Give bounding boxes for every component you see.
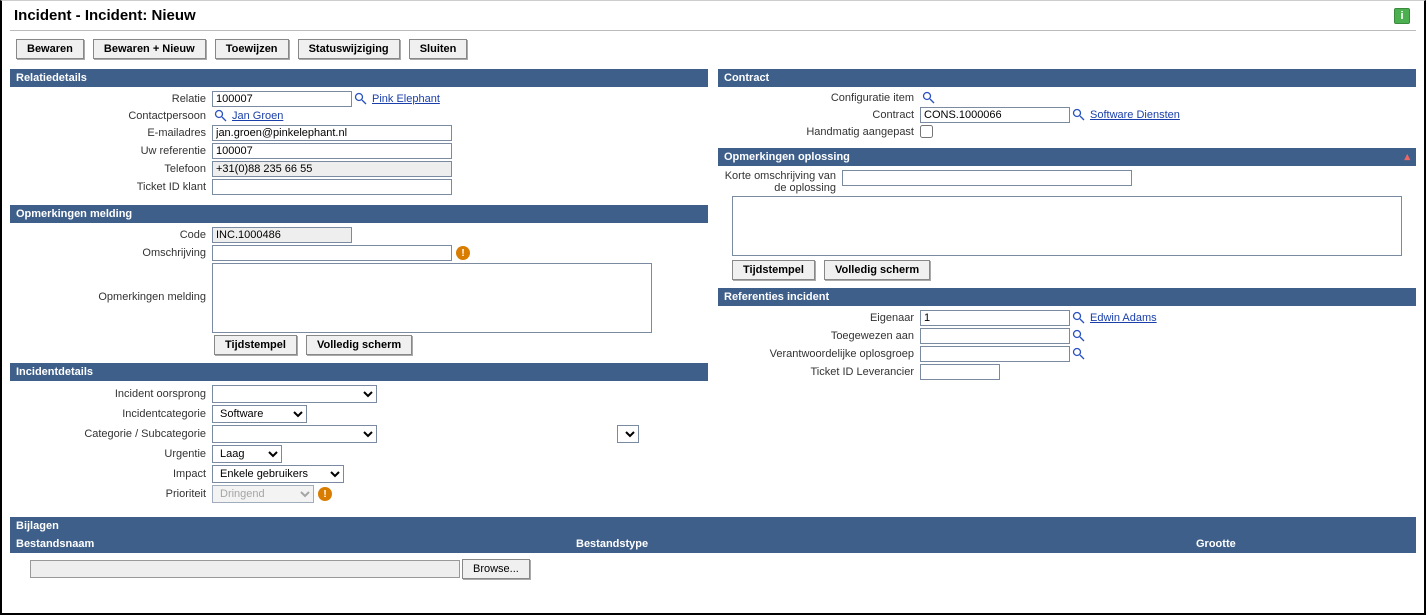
categorie-select[interactable] [212,425,377,443]
omschrijving-label: Omschrijving [14,247,212,259]
uwreferentie-label: Uw referentie [14,145,212,157]
handmatig-label: Handmatig aangepast [722,126,920,138]
urgentie-select[interactable]: Laag [212,445,282,463]
toegewezen-aan-input[interactable] [920,328,1070,344]
relatie-input[interactable] [212,91,352,107]
contract-input[interactable] [920,107,1070,123]
eigenaar-link[interactable]: Edwin Adams [1090,312,1157,324]
opmerkingen-oplossing-header: Opmerkingen oplossing ▴ [718,148,1416,166]
telefoon-input [212,161,452,177]
configuratie-item-label: Configuratie item [722,92,920,104]
oplossing-textarea[interactable] [732,196,1402,256]
volledig-scherm-button[interactable]: Volledig scherm [824,260,930,280]
prioriteit-label: Prioriteit [14,488,212,500]
urgentie-label: Urgentie [14,448,212,460]
warning-icon: ! [456,246,470,260]
toolbar: Bewaren Bewaren + Nieuw Toewijzen Status… [10,37,1416,61]
incident-oorsprong-label: Incident oorsprong [14,388,212,400]
lookup-icon[interactable] [1072,347,1086,361]
bijlagen-col-grootte: Grootte [1190,535,1416,553]
sluiten-button[interactable]: Sluiten [409,39,468,59]
impact-label: Impact [14,468,212,480]
subcategorie-select[interactable] [617,425,639,443]
relatie-label: Relatie [14,93,212,105]
eigenaar-input[interactable] [920,310,1070,326]
korte-omschrijving-input[interactable] [842,170,1132,186]
opmerkingen-oplossing-title: Opmerkingen oplossing [724,151,850,163]
lookup-icon[interactable] [354,92,368,106]
bijlagen-columns: Bestandsnaam Bestandstype Grootte [10,535,1416,553]
tijdstempel-button[interactable]: Tijdstempel [732,260,815,280]
divider [10,30,1416,31]
categorie-subcategorie-label: Categorie / Subcategorie [14,428,212,440]
opmerkingen-melding-header: Opmerkingen melding [10,205,708,223]
ticketid-klant-input[interactable] [212,179,452,195]
ticketid-leverancier-input[interactable] [920,364,1000,380]
eigenaar-label: Eigenaar [722,312,920,324]
incident-oorsprong-select[interactable] [212,385,377,403]
email-label: E-mailadres [14,127,212,139]
opmerkingen-melding-label: Opmerkingen melding [14,263,212,303]
contactpersoon-link[interactable]: Jan Groen [232,110,283,122]
incidentdetails-header: Incidentdetails [10,363,708,381]
collapse-icon[interactable]: ▴ [1404,150,1410,163]
verantwoordelijke-oplosgroep-label: Verantwoordelijke oplosgroep [722,348,920,360]
impact-select[interactable]: Enkele gebruikers [212,465,344,483]
bijlagen-col-bestandsnaam: Bestandsnaam [10,535,570,553]
email-input[interactable] [212,125,452,141]
korte-omschrijving-label: Korte omschrijving vande oplossing [722,170,842,194]
warning-icon: ! [318,487,332,501]
lookup-icon[interactable] [1072,311,1086,325]
contract-link[interactable]: Software Diensten [1090,109,1180,121]
ticketid-leverancier-label: Ticket ID Leverancier [722,366,920,378]
contactpersoon-label: Contactpersoon [14,110,212,122]
tijdstempel-button[interactable]: Tijdstempel [214,335,297,355]
omschrijving-input[interactable] [212,245,452,261]
toegewezen-aan-label: Toegewezen aan [722,330,920,342]
statuswijziging-button[interactable]: Statuswijziging [298,39,400,59]
file-path-display [30,560,460,578]
relatiedetails-header: Relatiedetails [10,69,708,87]
lookup-icon[interactable] [922,91,936,105]
incidentcategorie-label: Incidentcategorie [14,408,212,420]
volledig-scherm-button[interactable]: Volledig scherm [306,335,412,355]
page-title: Incident - Incident: Nieuw [10,5,200,26]
verantwoordelijke-oplosgroep-input[interactable] [920,346,1070,362]
contract-label: Contract [722,109,920,121]
prioriteit-select: Dringend [212,485,314,503]
handmatig-checkbox[interactable] [920,125,933,138]
bijlagen-col-bestandstype: Bestandstype [570,535,1190,553]
browse-button[interactable]: Browse... [462,559,530,579]
telefoon-label: Telefoon [14,163,212,175]
lookup-icon[interactable] [214,109,228,123]
toewijzen-button[interactable]: Toewijzen [215,39,289,59]
ticketid-klant-label: Ticket ID klant [14,181,212,193]
opmerkingen-melding-textarea[interactable] [212,263,652,333]
referenties-header: Referenties incident [718,288,1416,306]
bewaren-button[interactable]: Bewaren [16,39,84,59]
lookup-icon[interactable] [1072,108,1086,122]
uwreferentie-input[interactable] [212,143,452,159]
contract-header: Contract [718,69,1416,87]
bijlagen-header: Bijlagen [10,517,1416,535]
code-input [212,227,352,243]
bewaren-nieuw-button[interactable]: Bewaren + Nieuw [93,39,206,59]
relatie-link[interactable]: Pink Elephant [372,93,440,105]
code-label: Code [14,229,212,241]
lookup-icon[interactable] [1072,329,1086,343]
info-icon[interactable]: i [1394,8,1410,24]
incidentcategorie-select[interactable]: Software [212,405,307,423]
